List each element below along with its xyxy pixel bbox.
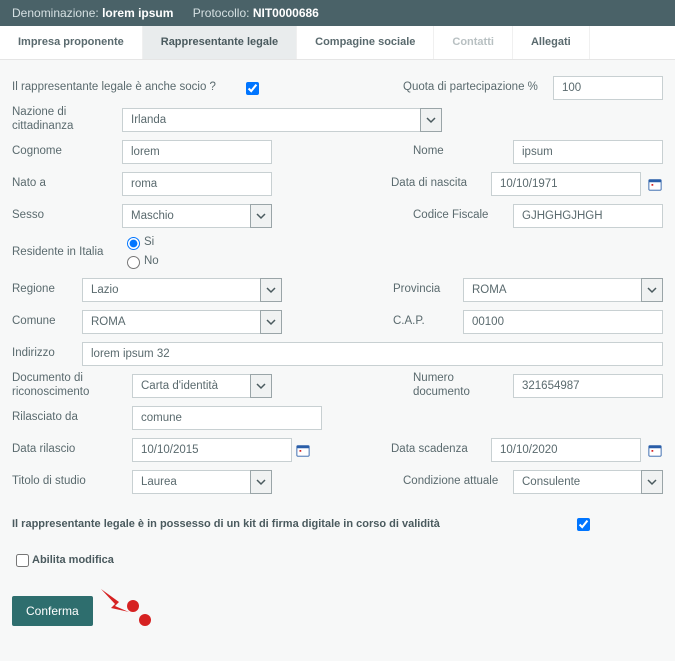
tab-rappresentante[interactable]: Rappresentante legale <box>143 26 297 59</box>
numdoc-label: Numero documento <box>413 372 513 400</box>
docric-dropdown-btn[interactable] <box>250 374 272 398</box>
tab-impresa-label: Impresa proponente <box>18 36 124 48</box>
numdoc-input[interactable] <box>513 374 663 398</box>
firma-checkbox[interactable] <box>577 518 590 531</box>
tab-impresa[interactable]: Impresa proponente <box>0 26 143 59</box>
natoa-label: Nato a <box>12 177 122 191</box>
no-label: No <box>144 255 159 267</box>
annotation-arrow <box>101 584 161 637</box>
firma-question: Il rappresentante legale è in possesso d… <box>12 518 563 530</box>
nazione-label: Nazione di cittadinanza <box>12 106 122 134</box>
chevron-down-icon <box>266 285 276 295</box>
cf-input[interactable] <box>513 204 663 228</box>
form-area: Il rappresentante legale è anche socio ?… <box>0 60 675 661</box>
nome-input[interactable] <box>513 140 663 164</box>
comune-label: Comune <box>12 315 82 329</box>
docric-label: Documento di riconoscimento <box>12 372 132 400</box>
residente-no-radio[interactable] <box>127 256 140 269</box>
conferma-label: Conferma <box>26 604 79 618</box>
tab-bar: Impresa proponente Rappresentante legale… <box>0 26 675 60</box>
provincia-select[interactable] <box>463 278 663 302</box>
residente-radio-group: Si No <box>122 234 169 272</box>
calendar-icon[interactable] <box>295 442 311 458</box>
sesso-dropdown-btn[interactable] <box>250 204 272 228</box>
cond-dropdown-btn[interactable] <box>641 470 663 494</box>
proto-value: NIT0000686 <box>253 6 319 20</box>
indirizzo-label: Indirizzo <box>12 347 82 361</box>
comune-select[interactable] <box>82 310 282 334</box>
page-header: Denominazione: lorem ipsum Protocollo: N… <box>0 0 675 26</box>
tab-allegati-label: Allegati <box>531 36 571 48</box>
denom-value: lorem ipsum <box>102 6 173 20</box>
datanasc-label: Data di nascita <box>391 177 491 191</box>
socio-question: Il rappresentante legale è anche socio ? <box>12 81 232 95</box>
abilita-modifica-toggle[interactable]: Abilita modifica <box>12 551 114 570</box>
provincia-label: Provincia <box>393 283 463 297</box>
cognome-input[interactable] <box>122 140 272 164</box>
regione-select[interactable] <box>82 278 282 302</box>
nazione-select[interactable] <box>122 108 442 132</box>
proto-label: Protocollo: <box>193 6 250 20</box>
residente-si-radio[interactable] <box>127 237 140 250</box>
regione-dropdown-btn[interactable] <box>260 278 282 302</box>
titolo-dropdown-btn[interactable] <box>250 470 272 494</box>
chevron-down-icon <box>426 115 436 125</box>
abilita-label: Abilita modifica <box>32 554 114 566</box>
socio-checkbox[interactable] <box>246 82 259 95</box>
cap-label: C.A.P. <box>393 315 463 329</box>
natoa-input[interactable] <box>122 172 272 196</box>
tab-rappresentante-label: Rappresentante legale <box>161 36 278 48</box>
tab-compagine[interactable]: Compagine sociale <box>297 26 434 59</box>
tab-contatti-label: Contatti <box>452 36 494 48</box>
tab-compagine-label: Compagine sociale <box>315 36 415 48</box>
rilasciato-label: Rilasciato da <box>12 411 132 425</box>
titolo-label: Titolo di studio <box>12 475 132 489</box>
nome-label: Nome <box>413 145 513 159</box>
sesso-label: Sesso <box>12 209 122 223</box>
si-label: Si <box>144 236 154 248</box>
denom-label: Denominazione: <box>12 6 99 20</box>
chevron-down-icon <box>256 381 266 391</box>
cond-label: Condizione attuale <box>403 475 513 489</box>
comune-dropdown-btn[interactable] <box>260 310 282 334</box>
cognome-label: Cognome <box>12 145 122 159</box>
datascad-input[interactable] <box>491 438 641 462</box>
indirizzo-input[interactable] <box>82 342 663 366</box>
nazione-dropdown-btn[interactable] <box>420 108 442 132</box>
quota-input[interactable] <box>553 76 663 100</box>
tab-contatti[interactable]: Contatti <box>434 26 513 59</box>
cap-input[interactable] <box>463 310 663 334</box>
calendar-icon[interactable] <box>647 442 663 458</box>
chevron-down-icon <box>647 477 657 487</box>
residente-label: Residente in Italia <box>12 246 122 260</box>
abilita-checkbox[interactable] <box>16 554 29 567</box>
chevron-down-icon <box>256 477 266 487</box>
chevron-down-icon <box>256 211 266 221</box>
datascad-label: Data scadenza <box>391 443 491 457</box>
datanasc-input[interactable] <box>491 172 641 196</box>
provincia-dropdown-btn[interactable] <box>641 278 663 302</box>
quota-label: Quota di partecipazione % <box>403 81 553 95</box>
rilasciato-input[interactable] <box>132 406 322 430</box>
conferma-button[interactable]: Conferma <box>12 596 93 626</box>
tab-allegati[interactable]: Allegati <box>513 26 590 59</box>
cf-label: Codice Fiscale <box>413 209 513 223</box>
regione-label: Regione <box>12 283 82 297</box>
datarilascio-label: Data rilascio <box>12 443 132 457</box>
chevron-down-icon <box>266 317 276 327</box>
datarilascio-input[interactable] <box>132 438 292 462</box>
chevron-down-icon <box>647 285 657 295</box>
calendar-icon[interactable] <box>647 176 663 192</box>
